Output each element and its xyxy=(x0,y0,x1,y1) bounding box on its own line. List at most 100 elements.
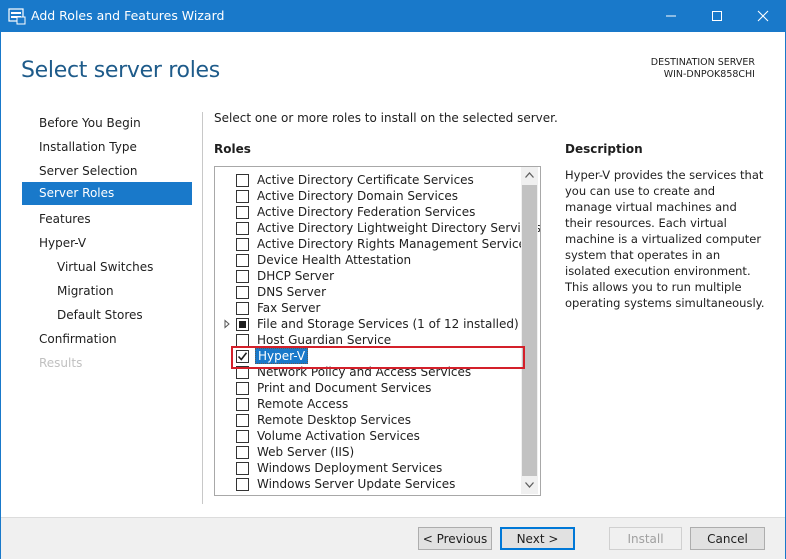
role-label: Active Directory Domain Services xyxy=(257,189,459,203)
nav-item-label: Virtual Switches xyxy=(57,260,154,274)
title-bar: Add Roles and Features Wizard xyxy=(0,0,786,32)
nav-item-label: Server Roles xyxy=(39,186,115,200)
nav-item-virtual-switches[interactable]: Virtual Switches xyxy=(22,256,192,279)
role-row-update-services[interactable]: Windows Server Update Services xyxy=(215,476,521,492)
close-button[interactable] xyxy=(740,0,786,32)
role-row-ad-lightweight[interactable]: Active Directory Lightweight Directory S… xyxy=(215,220,540,236)
role-label: Windows Deployment Services xyxy=(257,461,443,475)
role-row-dhcp[interactable]: DHCP Server xyxy=(215,268,521,284)
role-row-remote-access[interactable]: Remote Access xyxy=(215,396,521,412)
nav-item-installation-type[interactable]: Installation Type xyxy=(22,136,192,159)
nav-item-confirmation[interactable]: Confirmation xyxy=(22,328,192,351)
roles-list[interactable]: Active Directory Certificate Services Ac… xyxy=(214,166,541,496)
install-button: Install xyxy=(609,527,682,550)
role-row-fax[interactable]: Fax Server xyxy=(215,300,521,316)
role-label: Active Directory Federation Services xyxy=(257,205,476,219)
role-row-ad-rights[interactable]: Active Directory Rights Management Servi… xyxy=(215,236,532,252)
triangle-right-icon[interactable] xyxy=(222,319,232,329)
nav-item-server-selection[interactable]: Server Selection xyxy=(22,160,192,183)
destination-server-label: DESTINATION SERVER xyxy=(650,57,755,68)
role-checkbox[interactable] xyxy=(236,462,249,475)
nav-item-label: Features xyxy=(39,212,91,226)
roles-heading: Roles xyxy=(214,142,251,156)
role-label: Print and Document Services xyxy=(257,381,432,395)
scroll-down-button[interactable] xyxy=(521,477,538,494)
role-checkbox[interactable] xyxy=(236,398,249,411)
role-label: Active Directory Lightweight Directory S… xyxy=(257,221,541,235)
role-label: Device Health Attestation xyxy=(257,253,412,267)
nav-item-label: Confirmation xyxy=(39,332,117,346)
maximize-icon xyxy=(712,11,722,21)
role-row-volume-activation[interactable]: Volume Activation Services xyxy=(215,428,521,444)
chevron-down-icon xyxy=(525,482,534,488)
role-label: File and Storage Services (1 of 12 insta… xyxy=(257,317,519,331)
nav-item-before-you-begin[interactable]: Before You Begin xyxy=(22,112,192,135)
role-checkbox[interactable] xyxy=(236,206,249,219)
role-row-dns[interactable]: DNS Server xyxy=(215,284,521,300)
nav-item-label: Default Stores xyxy=(57,308,143,322)
role-row-remote-desktop[interactable]: Remote Desktop Services xyxy=(215,412,521,428)
role-label: Active Directory Certificate Services xyxy=(257,173,474,187)
hyper-v-highlight-box xyxy=(231,346,525,369)
nav-item-server-roles[interactable]: Server Roles xyxy=(22,182,192,205)
role-checkbox[interactable] xyxy=(236,302,249,315)
role-checkbox[interactable] xyxy=(236,430,249,443)
destination-server-name: WIN-DNPOK858CHI xyxy=(663,69,755,80)
role-row-deployment[interactable]: Windows Deployment Services xyxy=(215,460,521,476)
nav-item-label: Installation Type xyxy=(39,140,137,154)
role-label: Active Directory Rights Management Servi… xyxy=(257,237,533,251)
maximize-button[interactable] xyxy=(694,0,740,32)
role-row-ad-federation[interactable]: Active Directory Federation Services xyxy=(215,204,521,220)
role-row-ad-domain[interactable]: Active Directory Domain Services xyxy=(215,188,521,204)
nav-item-default-stores[interactable]: Default Stores xyxy=(22,304,192,327)
role-checkbox[interactable] xyxy=(236,254,249,267)
role-checkbox[interactable] xyxy=(236,478,249,491)
role-label: DNS Server xyxy=(257,285,326,299)
nav-item-results: Results xyxy=(22,352,192,375)
role-checkbox[interactable] xyxy=(236,382,249,395)
role-row-ad-certificate[interactable]: Active Directory Certificate Services xyxy=(215,172,521,188)
role-checkbox[interactable] xyxy=(236,414,249,427)
role-row-web-server[interactable]: Web Server (IIS) xyxy=(215,444,521,460)
roles-scrollbar[interactable] xyxy=(521,167,538,494)
role-checkbox[interactable] xyxy=(236,174,249,187)
instruction-text: Select one or more roles to install on t… xyxy=(214,111,558,125)
chevron-up-icon xyxy=(525,172,534,178)
role-label: Remote Desktop Services xyxy=(257,413,412,427)
nav-item-label: Hyper-V xyxy=(39,236,87,250)
role-label: DHCP Server xyxy=(257,269,335,283)
role-label: Web Server (IIS) xyxy=(257,445,355,459)
server-manager-icon xyxy=(8,8,26,25)
window-title: Add Roles and Features Wizard xyxy=(31,8,225,23)
role-checkbox[interactable] xyxy=(236,286,249,299)
scroll-up-button[interactable] xyxy=(521,167,538,184)
role-checkbox[interactable] xyxy=(236,222,249,235)
role-checkbox[interactable] xyxy=(236,318,249,331)
nav-item-label: Results xyxy=(39,356,83,370)
previous-button[interactable]: < Previous xyxy=(418,527,492,550)
page-title: Select server roles xyxy=(21,58,220,83)
cancel-button[interactable]: Cancel xyxy=(690,527,765,550)
nav-item-label: Before You Begin xyxy=(39,116,141,130)
scroll-thumb[interactable] xyxy=(522,185,537,476)
next-button[interactable]: Next > xyxy=(500,527,575,550)
role-label: Windows Server Update Services xyxy=(257,477,456,491)
minimize-icon xyxy=(666,15,676,17)
nav-item-hyper-v[interactable]: Hyper-V xyxy=(22,232,192,255)
nav-item-label: Server Selection xyxy=(39,164,138,178)
role-row-file-storage[interactable]: File and Storage Services (1 of 12 insta… xyxy=(215,316,521,332)
role-label: Fax Server xyxy=(257,301,321,315)
nav-item-migration[interactable]: Migration xyxy=(22,280,192,303)
close-icon xyxy=(757,10,769,22)
role-label: Volume Activation Services xyxy=(257,429,420,443)
role-checkbox[interactable] xyxy=(236,446,249,459)
role-row-print-document[interactable]: Print and Document Services xyxy=(215,380,521,396)
description-heading: Description xyxy=(565,142,643,156)
minimize-button[interactable] xyxy=(648,0,694,32)
nav-item-label: Migration xyxy=(57,284,114,298)
role-checkbox[interactable] xyxy=(236,238,249,251)
nav-item-features[interactable]: Features xyxy=(22,208,192,231)
role-row-device-health[interactable]: Device Health Attestation xyxy=(215,252,521,268)
role-checkbox[interactable] xyxy=(236,190,249,203)
role-checkbox[interactable] xyxy=(236,270,249,283)
